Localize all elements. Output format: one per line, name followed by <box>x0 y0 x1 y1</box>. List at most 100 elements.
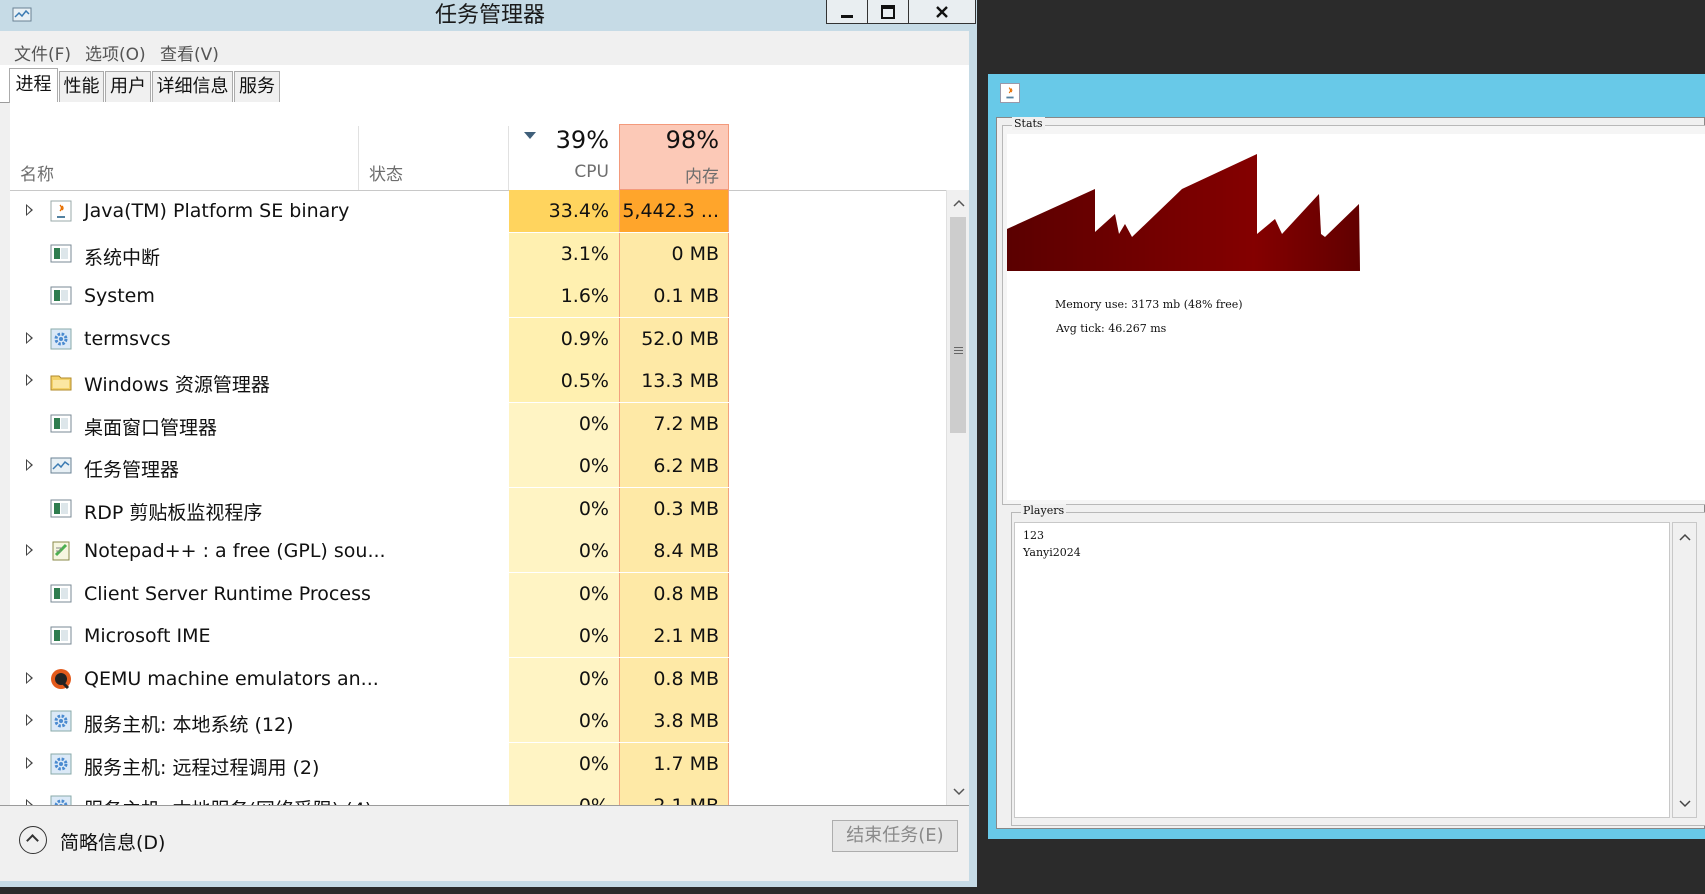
process-cpu: 0% <box>509 657 619 700</box>
scroll-down-button[interactable] <box>947 781 969 803</box>
tab-services[interactable]: 服务 <box>234 71 280 102</box>
chevron-up-icon <box>952 199 965 207</box>
scrollbar-thumb[interactable] <box>950 217 966 433</box>
table-row[interactable]: Java(TM) Platform SE binary 33.4% 5,442.3 … <box>10 190 946 232</box>
stats-label: Stats <box>1012 117 1045 130</box>
expand-arrow-icon[interactable] <box>26 671 33 684</box>
memory-use-text: Memory use: 3173 mb (48% free) <box>1055 298 1243 311</box>
expand-arrow-icon[interactable] <box>26 331 33 344</box>
process-memory: 5,442.3 ... <box>619 190 729 232</box>
table-row[interactable]: 服务主机: 本地服务(网络受限) (4) 0%2.1 MB <box>10 785 946 805</box>
list-item[interactable]: Yanyi2024 <box>1023 546 1081 559</box>
process-cpu: 0% <box>509 572 619 615</box>
app-window-icon <box>50 244 72 262</box>
process-memory: 2.1 MB <box>619 785 729 805</box>
table-row[interactable]: System 1.6% 0.1 MB <box>10 275 946 317</box>
column-cpu[interactable]: 39% CPU <box>509 124 619 188</box>
menu-bar: 文件(F) 选项(O) 查看(V) <box>0 31 969 65</box>
maximize-icon <box>881 4 895 19</box>
process-cpu: 0% <box>509 530 619 572</box>
scroll-up-button[interactable] <box>947 192 969 214</box>
tab-details[interactable]: 详细信息 <box>152 71 233 102</box>
expand-arrow-icon[interactable] <box>26 714 33 726</box>
players-group: Players 123 Yanyi2024 <box>1011 504 1705 826</box>
table-row[interactable]: 任务管理器 0% 6.2 MB <box>10 445 946 487</box>
process-cpu: 0.5% <box>509 360 619 402</box>
column-divider[interactable] <box>358 126 359 190</box>
process-name: Microsoft IME <box>84 625 211 647</box>
process-cpu: 33.4% <box>509 190 619 232</box>
tab-performance[interactable]: 性能 <box>59 71 104 102</box>
scroll-up-button[interactable] <box>1673 526 1696 548</box>
column-memory[interactable]: 98% 内存 <box>619 124 729 190</box>
menu-options[interactable]: 选项(O) <box>85 40 146 65</box>
close-icon <box>936 5 948 18</box>
table-row[interactable]: termsvcs 0.9% 52.0 MB <box>10 317 946 360</box>
chevron-up-circle-icon[interactable] <box>19 826 47 854</box>
scroll-down-button[interactable] <box>1673 793 1696 815</box>
process-cpu: 0% <box>509 402 619 445</box>
expand-arrow-icon[interactable] <box>26 544 33 556</box>
stats-area: Memory use: 3173 mb (48% free) Avg tick:… <box>1007 134 1705 500</box>
table-row[interactable]: 系统中断 3.1% 0 MB <box>10 232 946 275</box>
process-name: 任务管理器 <box>84 459 180 481</box>
list-item[interactable]: 123 <box>1023 529 1044 542</box>
chevron-up-icon <box>1678 533 1691 541</box>
end-task-button[interactable]: 结束任务(E) <box>832 820 958 852</box>
process-memory: 6.2 MB <box>619 445 729 487</box>
table-row[interactable]: 桌面窗口管理器 0% 7.2 MB <box>10 402 946 445</box>
table-row[interactable]: Windows 资源管理器 0.5% 13.3 MB <box>10 360 946 402</box>
cpu-column-label: CPU <box>574 162 609 182</box>
menu-file[interactable]: 文件(F) <box>14 40 71 65</box>
table-row[interactable]: Client Server Runtime Process 0% 0.8 MB <box>10 572 946 615</box>
expand-arrow-icon[interactable] <box>26 459 33 471</box>
column-status[interactable]: 状态 <box>369 160 403 185</box>
process-memory: 0.1 MB <box>619 275 729 317</box>
process-cpu: 0% <box>509 445 619 487</box>
maximize-button[interactable] <box>867 0 909 24</box>
process-name: termsvcs <box>84 327 171 350</box>
folder-icon <box>50 375 72 391</box>
table-row[interactable]: RDP 剪贴板监视程序 0% 0.3 MB <box>10 487 946 530</box>
menu-view[interactable]: 查看(V) <box>160 40 219 65</box>
table-row[interactable]: 服务主机: 远程过程调用 (2) 0% 1.7 MB <box>10 742 946 785</box>
vertical-scrollbar[interactable] <box>946 190 969 805</box>
app-window-icon <box>50 499 72 517</box>
expand-arrow-icon[interactable] <box>26 756 33 769</box>
table-row[interactable]: Microsoft IME 0% 2.1 MB <box>10 615 946 657</box>
minimize-button[interactable] <box>826 0 868 24</box>
gear-icon <box>50 328 72 349</box>
process-memory: 3.8 MB <box>619 700 729 742</box>
table-row[interactable]: QEMU machine emulators an... 0% 0.8 MB <box>10 657 946 700</box>
process-cpu: 0% <box>509 487 619 530</box>
process-name: Client Server Runtime Process <box>84 582 371 605</box>
process-memory: 0.8 MB <box>619 657 729 700</box>
tab-processes[interactable]: 进程 <box>9 68 58 103</box>
column-name[interactable]: 名称 <box>20 160 54 185</box>
players-list[interactable]: 123 Yanyi2024 <box>1014 522 1670 818</box>
table-row[interactable]: 服务主机: 本地系统 (12) 0% 3.8 MB <box>10 700 946 742</box>
process-memory: 2.1 MB <box>619 615 729 657</box>
players-label: Players <box>1021 504 1067 517</box>
cpu-total-percent: 39% <box>555 126 609 154</box>
tab-users[interactable]: 用户 <box>105 71 151 102</box>
table-row[interactable]: Notepad++ : a free (GPL) sou... 0% 8.4 MB <box>10 530 946 572</box>
sort-descending-icon <box>524 132 536 139</box>
task-manager-window: 任务管理器 文件(F) 选项(O) 查看(V) 进程 性能 用户 详细信息 服务… <box>0 0 977 887</box>
process-cpu: 0% <box>509 700 619 742</box>
players-scrollbar[interactable] <box>1672 522 1697 818</box>
qemu-icon <box>51 668 71 689</box>
app-window-icon <box>50 414 72 432</box>
process-list: 名称 状态 39% CPU 98% 内存 Java(TM) Platform S… <box>10 102 969 805</box>
notepad-icon <box>52 541 70 561</box>
process-memory: 8.4 MB <box>619 530 729 572</box>
process-memory: 52.0 MB <box>619 317 729 360</box>
process-memory: 1.7 MB <box>619 742 729 785</box>
fewer-details-link[interactable]: 简略信息(D) <box>60 828 165 855</box>
app-window-icon <box>50 584 72 602</box>
expand-arrow-icon[interactable] <box>26 374 33 386</box>
column-header: 名称 状态 39% CPU 98% 内存 <box>10 102 969 191</box>
expand-arrow-icon[interactable] <box>26 204 33 216</box>
title-bar[interactable]: 任务管理器 <box>0 0 977 31</box>
close-button[interactable] <box>908 0 976 24</box>
